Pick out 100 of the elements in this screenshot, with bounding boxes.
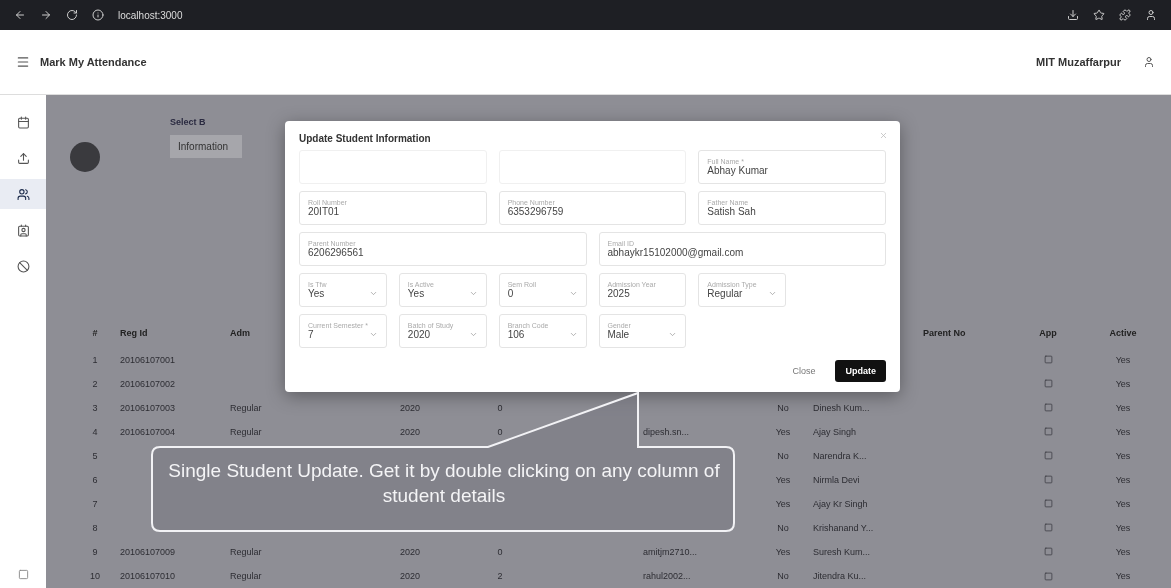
table-cell: No	[777, 571, 789, 582]
table-cell: Regular	[230, 426, 262, 437]
row-number: 1	[92, 354, 98, 365]
table-cell: 2020	[400, 402, 420, 413]
table-cell: Regular	[230, 571, 262, 582]
checkbox-icon[interactable]	[1043, 427, 1053, 437]
table-cell: Regular	[230, 402, 262, 413]
table-cell: Narendra K...	[813, 450, 867, 461]
table-cell: 0	[497, 402, 503, 413]
table-cell: 20106107010	[120, 571, 176, 582]
institute-name: MIT Muzaffarpur	[1036, 56, 1121, 68]
table-cell: 0	[497, 547, 503, 557]
table-cell: dipesh.sn...	[643, 426, 690, 437]
row-number: 7	[92, 498, 98, 509]
table-cell: 20106107001	[120, 354, 176, 365]
table-cell: 20106107004	[120, 426, 176, 437]
column-header: #	[92, 327, 98, 338]
table-cell: No	[777, 450, 789, 461]
column-header: Parent No	[923, 327, 966, 338]
checkbox-icon[interactable]	[1043, 355, 1053, 365]
checkbox-icon[interactable]	[1043, 403, 1053, 413]
table-cell: Yes	[1115, 522, 1131, 533]
table-cell: Ajay Kr Singh	[813, 498, 868, 509]
sidebar-item[interactable]	[0, 179, 46, 209]
table-cell: Dinesh Kum...	[813, 402, 870, 413]
profile-icon[interactable]	[1145, 9, 1157, 21]
app-title: Mark My Attendance	[40, 56, 147, 68]
table-cell: 0	[497, 426, 503, 437]
checkbox-icon[interactable]	[1043, 475, 1053, 485]
row-number: 9	[92, 547, 98, 557]
callout-text: Single Student Update. Get it by double clicking on any column of student details	[167, 459, 721, 508]
close-icon	[879, 131, 888, 140]
row-number: 10	[90, 571, 100, 582]
table-cell: Krishanand Y...	[813, 522, 874, 533]
close-button[interactable]	[879, 131, 888, 140]
table-cell: 2020	[400, 571, 420, 582]
table-cell: Yes	[775, 498, 791, 509]
column-header: App	[1039, 327, 1057, 338]
user-icon[interactable]	[1143, 56, 1155, 68]
square-icon[interactable]	[17, 569, 29, 580]
close-text-button[interactable]: Close	[786, 365, 822, 377]
blocked-icon	[16, 259, 30, 273]
puzzle-icon[interactable]	[1119, 9, 1131, 21]
table-cell: No	[777, 402, 789, 413]
column-header: Adm	[230, 327, 250, 338]
table-cell: Yes	[1115, 402, 1131, 413]
row-number: 8	[92, 522, 98, 533]
table-cell: 2020	[400, 547, 420, 557]
checkbox-icon[interactable]	[1043, 571, 1053, 581]
table-cell: Ajay Singh	[813, 426, 857, 437]
address-text[interactable]: localhost:3000	[118, 9, 183, 21]
upload-icon	[16, 151, 30, 165]
table-cell: 20106107003	[120, 402, 176, 413]
table-cell: Nirmla Devi	[813, 474, 860, 485]
calendar-icon	[16, 115, 30, 129]
column-header: Active	[1109, 327, 1137, 338]
row-number: 2	[92, 378, 98, 389]
table-cell: amitjm2710...	[643, 547, 698, 557]
table-cell: Yes	[775, 426, 791, 437]
checkbox-icon[interactable]	[1043, 379, 1053, 389]
reload-icon[interactable]	[66, 9, 78, 21]
table-cell: Yes	[1115, 547, 1131, 557]
row-number: 4	[92, 426, 98, 437]
table-cell: Regular	[230, 547, 262, 557]
info-icon[interactable]	[92, 9, 104, 21]
table-cell: 2	[497, 571, 503, 582]
checkbox-icon[interactable]	[1043, 523, 1053, 533]
contact-card-icon	[16, 223, 30, 237]
back-icon[interactable]	[14, 9, 26, 21]
table-cell: Yes	[1115, 450, 1131, 461]
table-cell: 20106107002	[120, 378, 176, 389]
branch-select[interactable]: Information	[170, 135, 242, 158]
update-button[interactable]: Update	[835, 360, 886, 382]
star-icon[interactable]	[1093, 9, 1105, 21]
table-cell: Yes	[775, 547, 791, 557]
people-icon	[16, 187, 30, 201]
avatar-circle	[70, 142, 100, 172]
table-cell: Yes	[1115, 426, 1131, 437]
table-cell: rahul2002...	[643, 571, 691, 582]
column-header: Reg Id	[120, 327, 148, 338]
checkbox-icon[interactable]	[1043, 451, 1053, 461]
filter-label: Select B	[170, 117, 207, 127]
table-cell: Suresh Kum...	[813, 547, 871, 557]
row-number: 5	[92, 450, 98, 461]
download-icon[interactable]	[1067, 9, 1079, 21]
dialog-title: Update Student Information	[299, 133, 432, 144]
checkbox-icon[interactable]	[1043, 499, 1053, 509]
table-cell: Yes	[775, 474, 791, 485]
forward-icon[interactable]	[40, 9, 52, 21]
checkbox-icon[interactable]	[1043, 547, 1053, 557]
table-cell: 2020	[400, 426, 420, 437]
table-cell: 20106107009	[120, 547, 176, 557]
table-cell: Yes	[1115, 571, 1131, 582]
row-number: 6	[92, 474, 98, 485]
menu-icon[interactable]	[16, 55, 30, 69]
table-cell: No	[777, 522, 789, 533]
table-cell: Yes	[1115, 474, 1131, 485]
table-cell: Yes	[1115, 378, 1131, 389]
table-cell: Jitendra Ku...	[813, 571, 867, 582]
row-number: 3	[92, 402, 98, 413]
